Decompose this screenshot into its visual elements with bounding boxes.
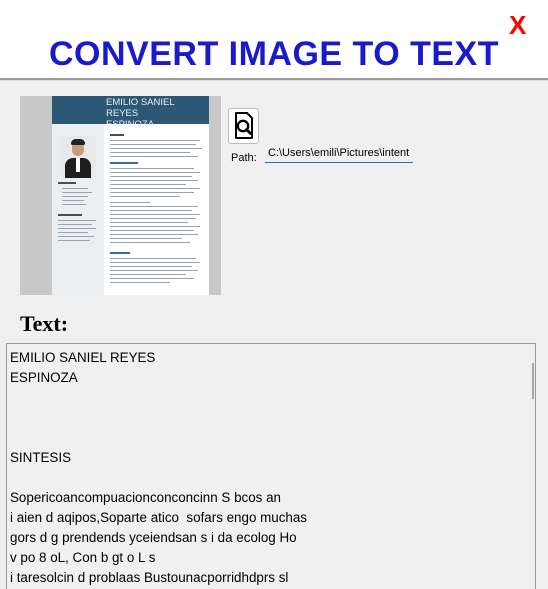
resume-name-line2: ESPINOZA bbox=[106, 119, 155, 130]
resume-sidebar bbox=[52, 124, 104, 295]
resume-thumbnail: EMILIO SANIEL REYES ESPINOZA bbox=[52, 96, 209, 295]
search-document-icon bbox=[235, 112, 253, 139]
scrollbar-thumb[interactable] bbox=[532, 363, 534, 399]
path-field[interactable]: C:\Users\emili\Pictures\intent bbox=[265, 147, 413, 163]
extracted-text-area[interactable]: EMILIO SANIEL REYES ESPINOZA SINTESIS So… bbox=[6, 343, 536, 589]
image-preview: EMILIO SANIEL REYES ESPINOZA bbox=[20, 96, 221, 295]
resume-header-band: EMILIO SANIEL REYES ESPINOZA bbox=[52, 96, 209, 130]
text-label: Text: bbox=[20, 311, 69, 336]
app-title: CONVERT IMAGE TO TEXT bbox=[48, 35, 499, 73]
path-label: Path: bbox=[231, 152, 257, 164]
resume-name-line1: EMILIO SANIEL REYES bbox=[106, 97, 175, 119]
resume-name: EMILIO SANIEL REYES ESPINOZA bbox=[106, 97, 209, 130]
vertical-scrollbar[interactable] bbox=[523, 344, 535, 589]
resume-photo bbox=[60, 136, 96, 178]
extracted-text: EMILIO SANIEL REYES ESPINOZA SINTESIS So… bbox=[10, 350, 308, 585]
open-image-button[interactable] bbox=[228, 108, 259, 144]
